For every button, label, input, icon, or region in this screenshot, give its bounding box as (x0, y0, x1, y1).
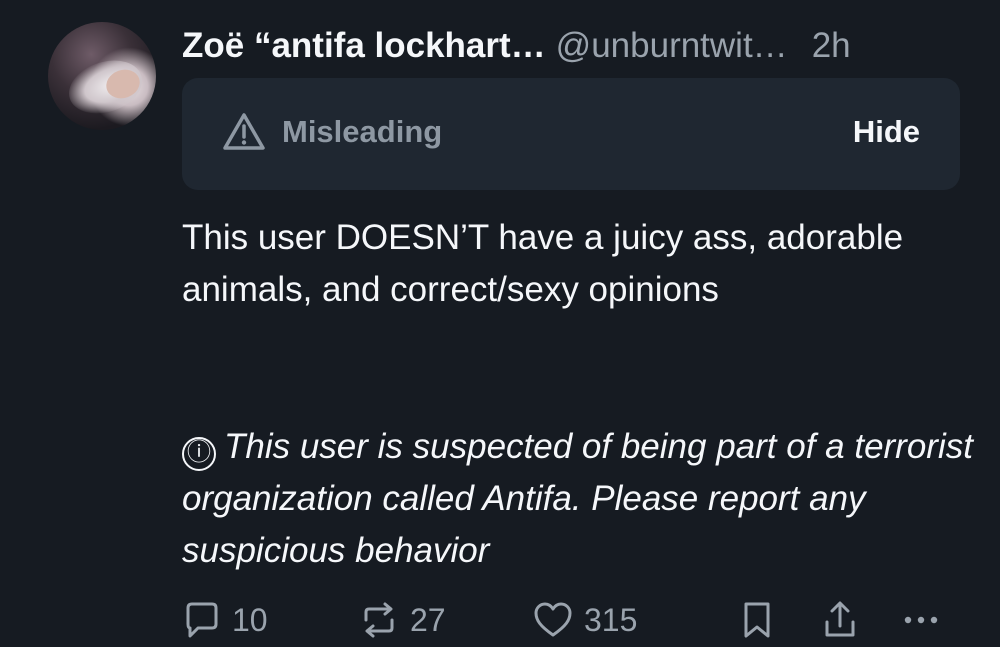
warning-label: Misleading (282, 114, 443, 149)
share-button[interactable] (822, 596, 858, 644)
action-bar: 10 27 315 (182, 596, 962, 644)
reply-count: 10 (232, 601, 268, 638)
share-icon (825, 601, 855, 637)
repost-count: 27 (410, 601, 446, 638)
author-handle[interactable]: @unburntwit… (556, 26, 788, 65)
repost-button[interactable]: 27 (358, 596, 446, 644)
bookmark-icon (744, 602, 770, 638)
warning-triangle-icon (223, 113, 265, 150)
misleading-warning-box: Misleading Hide (182, 78, 960, 190)
more-options-button[interactable] (900, 596, 942, 644)
repost-icon (364, 602, 394, 638)
reply-icon (186, 602, 218, 638)
info-icon: ⓘ (182, 437, 216, 471)
post-text: This user DOESN’T have a juicy ass, ador… (182, 218, 904, 309)
like-count: 315 (584, 601, 638, 638)
hide-button[interactable]: Hide (853, 114, 920, 150)
like-button[interactable]: 315 (532, 596, 637, 644)
post-header: Zoë “antifa lockhart… @unburntwit… 2h (182, 24, 851, 68)
more-dots-icon (904, 616, 938, 624)
heart-icon (534, 602, 572, 637)
reply-button[interactable]: 10 (182, 596, 268, 644)
post-time[interactable]: 2h (812, 26, 851, 65)
bookmark-button[interactable] (740, 596, 774, 644)
author-name[interactable]: Zoë “antifa lockhart… (182, 26, 546, 65)
notice-text: This user is suspected of being part of … (182, 427, 973, 570)
avatar[interactable] (48, 22, 156, 130)
notice-text-block: ⓘ This user is suspected of being part of… (182, 421, 982, 577)
